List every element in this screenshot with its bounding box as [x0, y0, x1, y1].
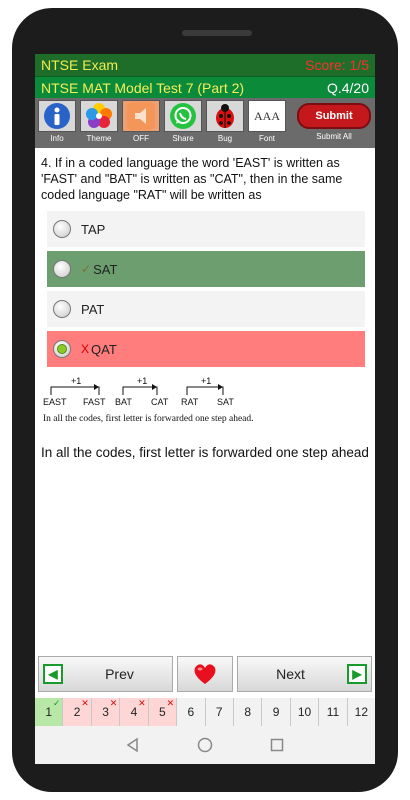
wrong-mark-icon: X: [81, 342, 90, 356]
phone-speaker: [182, 30, 252, 36]
diagram-from: EAST: [43, 397, 67, 407]
app-screen: NTSE Exam Score: 1/5 NTSE MAT Model Test…: [35, 54, 375, 764]
bug-button[interactable]: [206, 100, 244, 132]
option-c[interactable]: PAT: [47, 291, 365, 327]
submit-tool[interactable]: Submit Submit All: [295, 100, 373, 148]
theme-icon: [86, 103, 112, 128]
favorite-button[interactable]: [177, 656, 233, 692]
question-cell[interactable]: 4 ✕: [120, 698, 149, 726]
info-icon: [44, 103, 70, 129]
share-label: Share: [172, 134, 194, 143]
diagram-from: BAT: [115, 397, 132, 407]
bug-tool[interactable]: Bug: [205, 100, 245, 148]
theme-tool[interactable]: Theme: [79, 100, 119, 148]
radio-icon[interactable]: [53, 300, 71, 318]
ladybug-icon: [216, 104, 234, 128]
sound-label: OFF: [133, 134, 149, 143]
question-counter: Q.4/20: [326, 79, 369, 96]
cross-icon: ✕: [109, 698, 118, 708]
check-icon: ✓: [52, 698, 61, 708]
cross-icon: ✕: [138, 698, 146, 708]
diagram-from: RAT: [181, 397, 199, 407]
prev-button[interactable]: ◀ Prev: [38, 656, 173, 692]
radio-icon[interactable]: [53, 260, 71, 278]
question-grid: 1 ✓ 2 ✕ 3 ✕ 4 ✕ 5 ✕ 6 7 8 9 10 11 12: [35, 698, 375, 726]
submit-button[interactable]: Submit: [297, 103, 371, 129]
sound-tool[interactable]: OFF: [121, 100, 161, 148]
question-cell[interactable]: 11: [319, 698, 348, 726]
speaker-icon: [127, 102, 155, 130]
question-cell[interactable]: 7: [205, 698, 234, 726]
question-nav-bar: ◀ Prev Next ▶: [35, 656, 375, 694]
whatsapp-icon: [170, 103, 196, 129]
option-label: TAP: [81, 221, 106, 237]
app-title: NTSE Exam: [41, 57, 119, 73]
question-cell[interactable]: 2 ✕: [63, 698, 92, 726]
font-button[interactable]: AAA: [248, 100, 286, 132]
share-button[interactable]: [164, 100, 202, 132]
question-text: 4. If in a coded language the word 'EAST…: [41, 156, 343, 202]
question-cell[interactable]: 10: [290, 698, 320, 726]
question-cell[interactable]: 3 ✕: [91, 698, 121, 726]
radio-icon[interactable]: [53, 220, 71, 238]
next-button[interactable]: Next ▶: [237, 656, 372, 692]
diagram-to: CAT: [151, 397, 169, 407]
option-label: SAT: [93, 261, 118, 277]
question-cell[interactable]: 1 ✓: [35, 698, 64, 726]
system-nav-bar: [35, 726, 375, 764]
theme-label: Theme: [86, 134, 112, 143]
bug-label: Bug: [217, 134, 233, 143]
question-cell[interactable]: 5 ✕: [148, 698, 178, 726]
diagram-to: SAT: [217, 397, 234, 407]
info-button[interactable]: [38, 100, 76, 132]
correct-mark-icon: ✓: [81, 262, 92, 276]
heart-icon: [194, 664, 216, 684]
app-bar: NTSE Exam Score: 1/5: [35, 54, 375, 76]
option-a[interactable]: TAP: [47, 211, 365, 247]
question-cell[interactable]: 6: [177, 698, 206, 726]
diagram-step: +1: [71, 376, 81, 386]
diagram-to: FAST: [83, 397, 106, 407]
recents-icon[interactable]: [269, 737, 285, 753]
explanation-text: In all the codes, first letter is forwar…: [41, 445, 369, 460]
share-tool[interactable]: Share: [163, 100, 203, 148]
explanation-diagram: +1 EAST FAST +1 BAT CAT +1 RAT SAT In al…: [43, 376, 254, 424]
theme-button[interactable]: [80, 100, 118, 132]
question-cell[interactable]: 9: [262, 698, 291, 726]
toolbar: Info Theme OFF Share Bug AAA Font Submit…: [35, 98, 375, 148]
option-label: QAT: [91, 341, 117, 357]
question-cell[interactable]: 8: [233, 698, 263, 726]
submit-all-label: Submit All: [316, 132, 352, 141]
diagram-step: +1: [201, 376, 211, 386]
skip-back-icon: ◀: [43, 664, 63, 684]
font-label: Font: [258, 134, 275, 143]
cross-icon: ✕: [81, 698, 89, 708]
info-label: Info: [50, 134, 64, 143]
score-text: Score: 1/5: [305, 57, 369, 73]
option-d-selected-wrong[interactable]: X QAT: [47, 331, 365, 367]
test-title: NTSE MAT Model Test 7 (Part 2): [41, 79, 245, 96]
radio-selected-icon[interactable]: [53, 340, 71, 358]
sound-button[interactable]: [122, 100, 160, 132]
info-tool[interactable]: Info: [37, 100, 77, 148]
diagram-step: +1: [137, 376, 147, 386]
skip-forward-icon: ▶: [347, 664, 367, 684]
home-icon[interactable]: [197, 737, 213, 753]
prev-label: Prev: [105, 666, 134, 682]
option-b-correct[interactable]: ✓ SAT: [47, 251, 365, 287]
back-icon[interactable]: [125, 737, 141, 753]
font-size-icon: AAA: [254, 108, 280, 123]
cross-icon: ✕: [166, 698, 175, 708]
question-cell[interactable]: 12: [347, 698, 375, 726]
option-label: PAT: [81, 301, 105, 317]
next-label: Next: [276, 666, 305, 682]
font-tool[interactable]: AAA Font: [247, 100, 287, 148]
diagram-caption: In all the codes, first letter is forwar…: [43, 413, 254, 424]
options-list: TAP ✓ SAT PAT X QAT: [35, 211, 375, 367]
test-title-bar: NTSE MAT Model Test 7 (Part 2) Q.4/20: [35, 76, 375, 98]
